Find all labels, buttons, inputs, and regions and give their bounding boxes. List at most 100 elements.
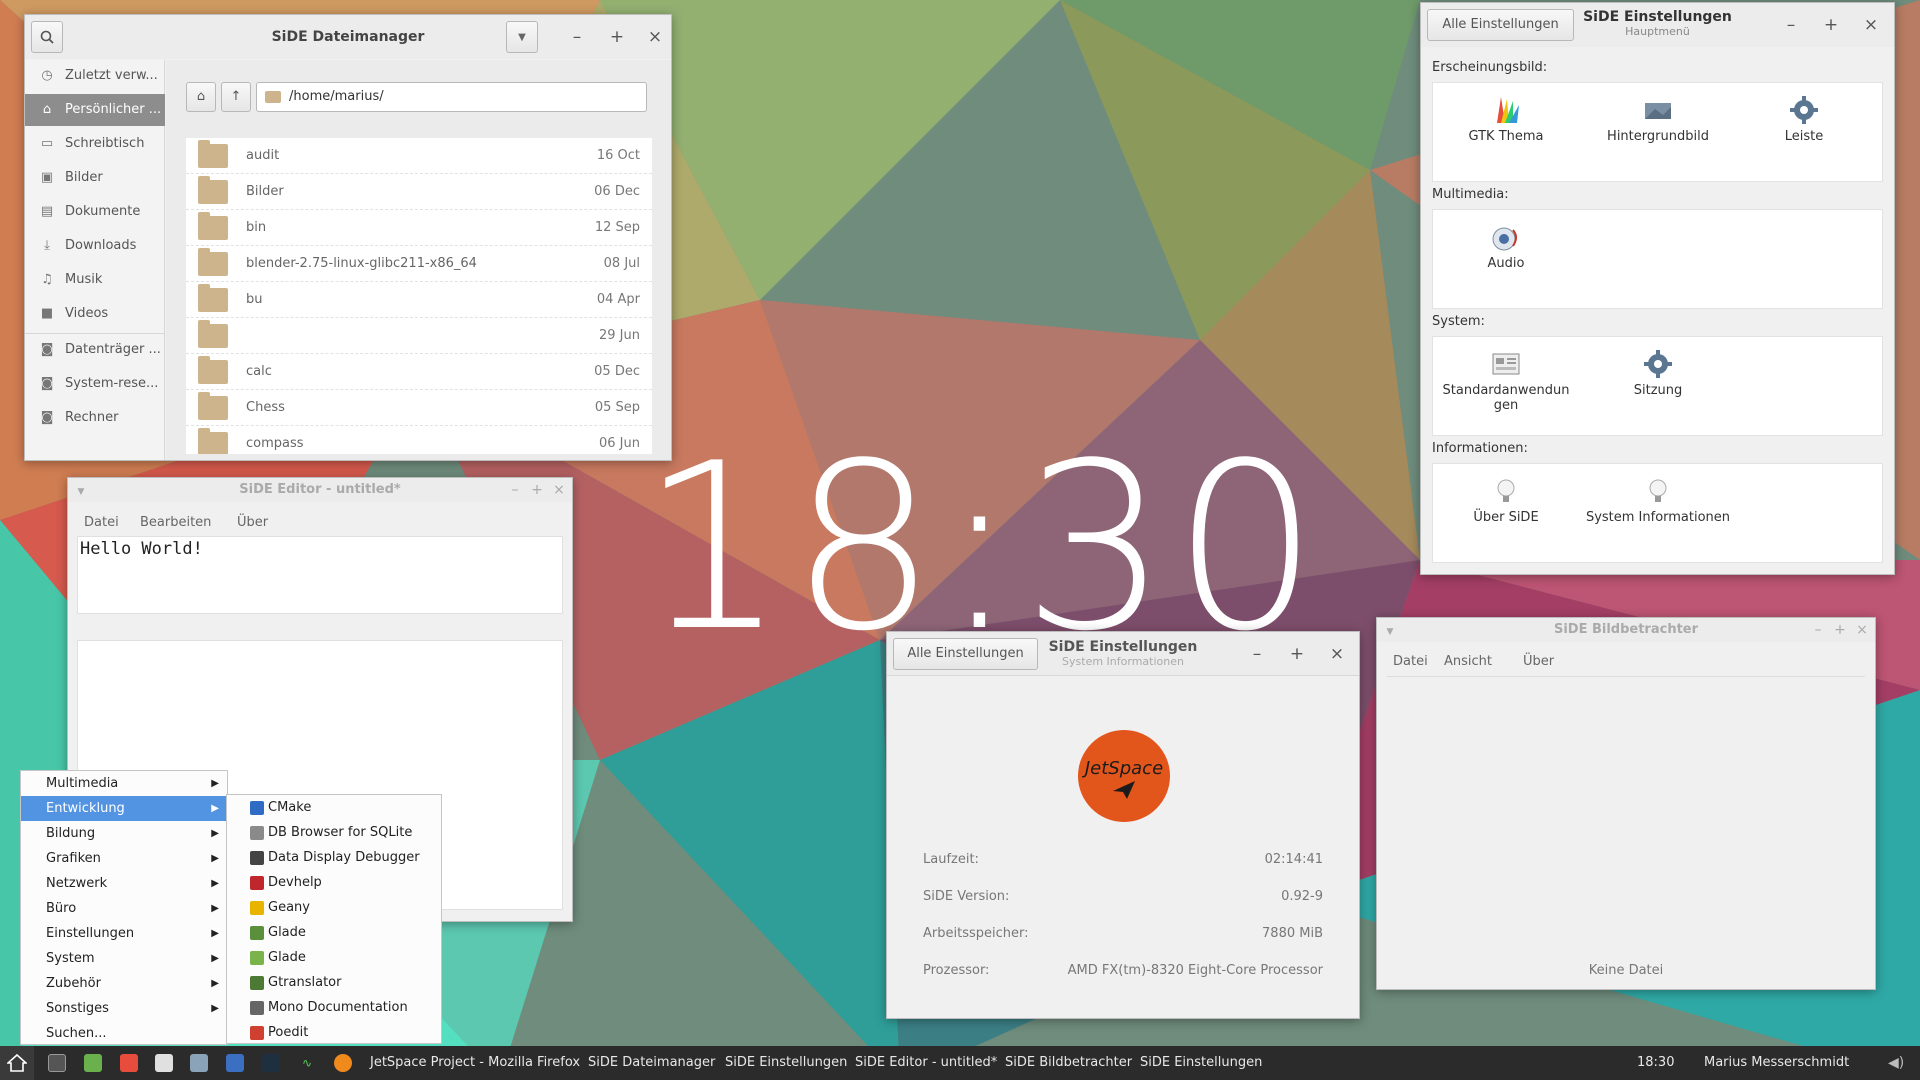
system-info-item[interactable]: System Informationen (1585, 476, 1731, 525)
menu-about[interactable]: Über (237, 515, 268, 530)
app-poedit[interactable]: Poedit (227, 1020, 441, 1045)
menu-item-multimedia[interactable]: Multimedia ▶ (21, 771, 227, 796)
task-settings-2[interactable]: SiDE Einstellungen (1140, 1046, 1262, 1080)
audio-item[interactable]: Audio (1433, 222, 1579, 271)
brush-launcher-icon[interactable] (155, 1054, 173, 1072)
search-button[interactable] (31, 21, 63, 53)
sidebar-item-system-reserved[interactable]: ◙ System-rese... (25, 368, 165, 400)
about-side-item[interactable]: Über SiDE (1433, 476, 1579, 525)
home-button[interactable]: ⌂ (186, 82, 216, 112)
close-button[interactable]: × (1853, 3, 1889, 47)
menu-item-development[interactable]: Entwicklung ▶ (21, 796, 227, 821)
file-row[interactable]: calc 05 Dec (186, 354, 652, 390)
volume-icon[interactable]: ◀) (1888, 1046, 1904, 1080)
sidebar-item-recent[interactable]: ◷ Zuletzt verw... (25, 60, 165, 92)
close-button[interactable]: × (637, 15, 673, 59)
app-glade-2[interactable]: Glade (227, 945, 441, 970)
window-menu-button[interactable]: ▼ (70, 478, 92, 502)
app-geany[interactable]: Geany (227, 895, 441, 920)
file-row[interactable]: audit 16 Oct (186, 138, 652, 174)
close-button[interactable]: × (548, 478, 570, 502)
menu-item-graphics[interactable]: Grafiken ▶ (21, 846, 227, 871)
app-cmake[interactable]: CMake (227, 795, 441, 820)
window-titlebar[interactable]: SiDE Bildbetrachter (1377, 618, 1875, 642)
menu-item-education[interactable]: Bildung ▶ (21, 821, 227, 846)
menu-file[interactable]: Datei (84, 515, 119, 530)
files-launcher-icon[interactable] (190, 1054, 208, 1072)
menu-item-accessories[interactable]: Zubehör ▶ (21, 971, 227, 996)
app-gtranslator[interactable]: Gtranslator (227, 970, 441, 995)
sidebar-item-pictures[interactable]: ▣ Bilder (25, 162, 165, 194)
close-button[interactable]: × (1319, 632, 1355, 676)
text-area[interactable]: Hello World! (77, 536, 563, 614)
minimize-button[interactable]: – (1239, 632, 1275, 676)
window-titlebar[interactable]: SiDE Editor - untitled* (68, 478, 572, 502)
app-glade[interactable]: Glade (227, 920, 441, 945)
menu-item-other[interactable]: Sonstiges ▶ (21, 996, 227, 1021)
console-launcher-icon[interactable] (262, 1054, 280, 1072)
wallpaper-item[interactable]: Hintergrundbild (1585, 95, 1731, 144)
sidebar-item-downloads[interactable]: ⤓ Downloads (25, 230, 165, 262)
app-devhelp[interactable]: Devhelp (227, 870, 441, 895)
firefox-launcher-icon[interactable] (334, 1054, 352, 1072)
calendar-launcher-icon[interactable] (226, 1054, 244, 1072)
terminal-launcher-icon[interactable] (48, 1054, 66, 1072)
all-settings-button[interactable]: Alle Einstellungen (893, 638, 1038, 670)
sidebar-item-videos[interactable]: ■ Videos (25, 298, 165, 330)
maximize-button[interactable]: + (1829, 618, 1851, 642)
menu-item-system[interactable]: System ▶ (21, 946, 227, 971)
view-menu-button[interactable]: ▼ (506, 21, 538, 53)
monitor-launcher-icon[interactable]: ∿ (298, 1054, 316, 1072)
file-row[interactable]: compass 06 Jun (186, 426, 652, 454)
task-image-viewer[interactable]: SiDE Bildbetrachter (1005, 1046, 1132, 1080)
menu-item-settings[interactable]: Einstellungen ▶ (21, 921, 227, 946)
path-input[interactable]: /home/marius/ (289, 83, 384, 111)
gtk-theme-item[interactable]: GTK Thema (1433, 95, 1579, 144)
file-row[interactable]: bu 04 Apr (186, 282, 652, 318)
menu-about[interactable]: Über (1523, 654, 1554, 669)
menu-file[interactable]: Datei (1393, 654, 1428, 669)
panel-item[interactable]: Leiste (1731, 95, 1877, 144)
maximize-button[interactable]: + (1279, 632, 1315, 676)
close-button[interactable]: × (1851, 618, 1873, 642)
menu-edit[interactable]: Bearbeiten (140, 515, 211, 530)
minimize-button[interactable]: – (504, 478, 526, 502)
start-button[interactable] (0, 1046, 34, 1080)
taskbar-clock[interactable]: 18:30 (1637, 1046, 1674, 1080)
paint-launcher-icon[interactable] (120, 1054, 138, 1072)
path-bar[interactable]: /home/marius/ (256, 82, 647, 112)
task-editor[interactable]: SiDE Editor - untitled* (855, 1046, 997, 1080)
menu-item-network[interactable]: Netzwerk ▶ (21, 871, 227, 896)
file-row[interactable]: Bilder 06 Dec (186, 174, 652, 210)
minimize-button[interactable]: – (1773, 3, 1809, 47)
up-button[interactable]: ↑ (221, 82, 251, 112)
menu-item-office[interactable]: Büro ▶ (21, 896, 227, 921)
task-file-manager[interactable]: SiDE Dateimanager (588, 1046, 715, 1080)
sidebar-item-drive[interactable]: ◙ Datenträger ... (25, 334, 165, 366)
maximize-button[interactable]: + (599, 15, 635, 59)
file-row[interactable]: bin 12 Sep (186, 210, 652, 246)
app-db-browser[interactable]: DB Browser for SQLite (227, 820, 441, 845)
window-menu-button[interactable]: ▼ (1379, 618, 1401, 642)
task-settings[interactable]: SiDE Einstellungen (725, 1046, 847, 1080)
file-row[interactable]: 29 Jun (186, 318, 652, 354)
session-item[interactable]: Sitzung (1585, 349, 1731, 398)
maximize-button[interactable]: + (526, 478, 548, 502)
sidebar-item-documents[interactable]: ▤ Dokumente (25, 196, 165, 228)
app-ddd[interactable]: Data Display Debugger (227, 845, 441, 870)
sidebar-item-home[interactable]: ⌂ Persönlicher ... (25, 94, 165, 126)
minimize-button[interactable]: – (559, 15, 595, 59)
menu-view[interactable]: Ansicht (1444, 654, 1492, 669)
sidebar-item-music[interactable]: ♫ Musik (25, 264, 165, 296)
sidebar-item-computer[interactable]: ◙ Rechner (25, 402, 165, 434)
user-name[interactable]: Marius Messerschmidt (1704, 1046, 1849, 1080)
file-row[interactable]: Chess 05 Sep (186, 390, 652, 426)
all-settings-button[interactable]: Alle Einstellungen (1427, 9, 1574, 41)
editor-launcher-icon[interactable] (84, 1054, 102, 1072)
sidebar-item-desktop[interactable]: ▭ Schreibtisch (25, 128, 165, 160)
default-apps-item[interactable]: Standardanwendun gen (1433, 349, 1579, 413)
menu-item-search[interactable]: Suchen... (21, 1021, 227, 1046)
app-mono-doc[interactable]: Mono Documentation (227, 995, 441, 1020)
task-firefox[interactable]: JetSpace Project - Mozilla Firefox (370, 1046, 580, 1080)
minimize-button[interactable]: – (1807, 618, 1829, 642)
